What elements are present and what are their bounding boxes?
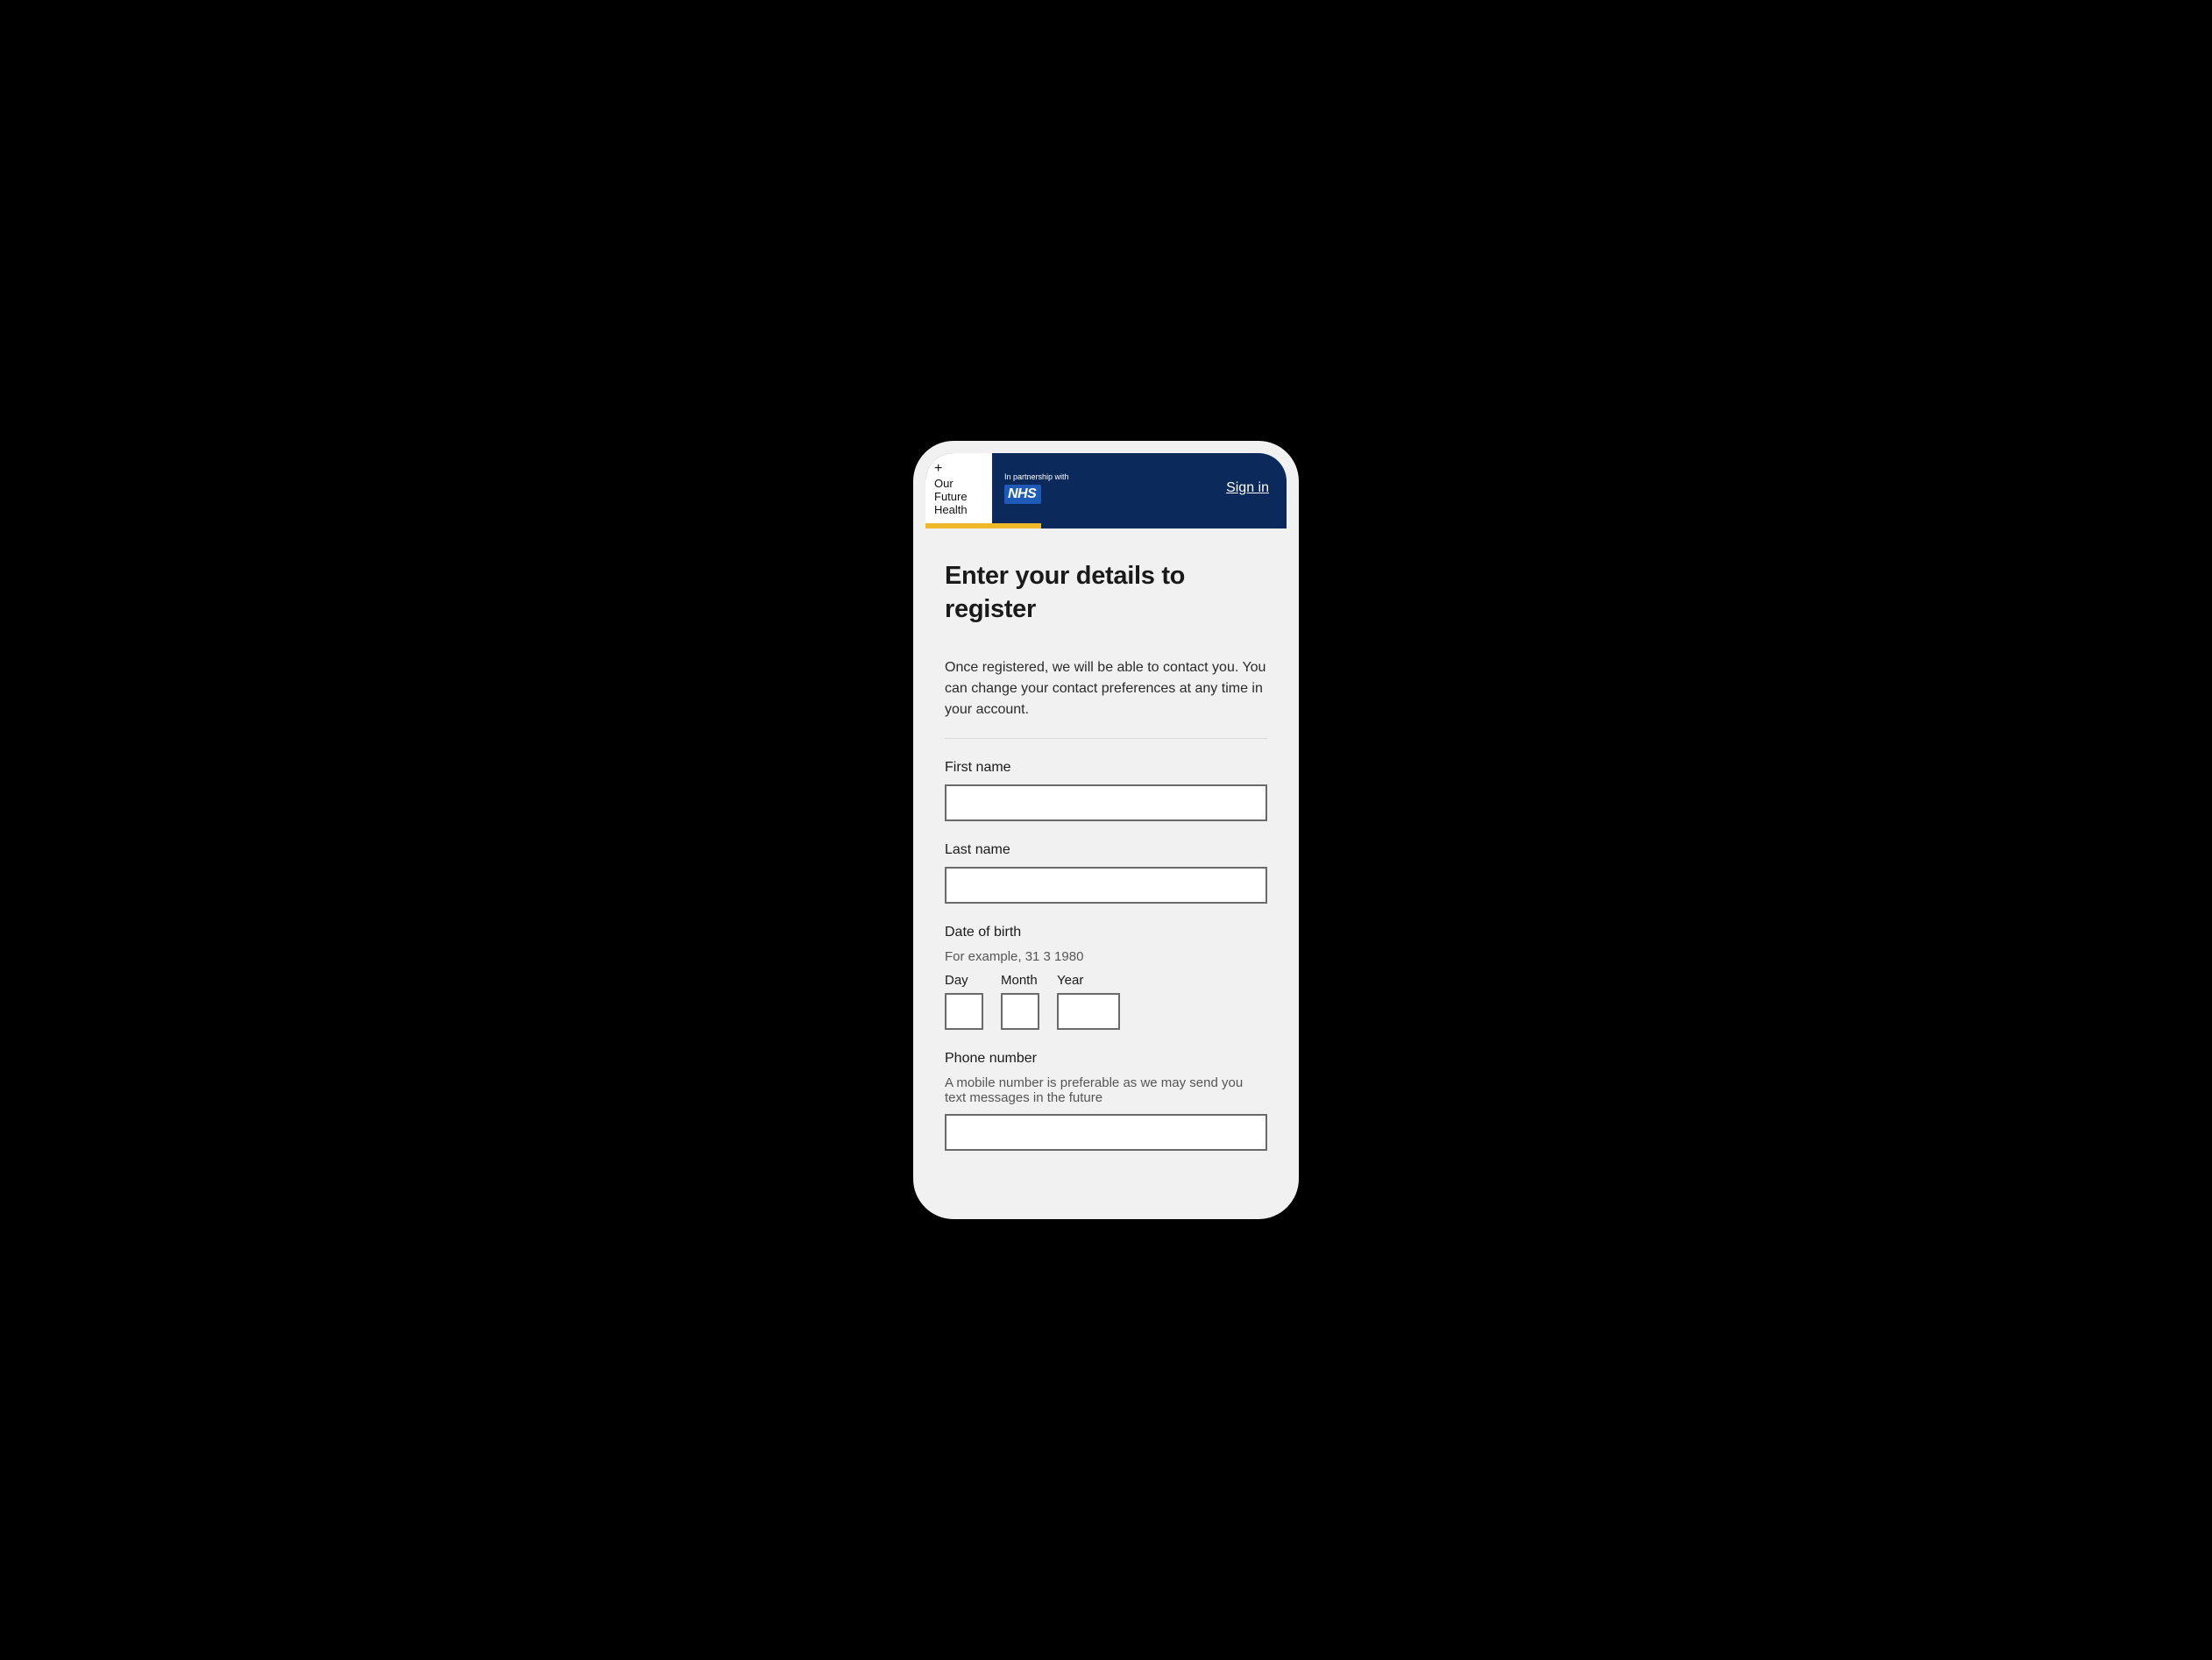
phone-label: Phone number — [945, 1051, 1267, 1067]
dob-legend: Date of birth — [945, 925, 1267, 940]
content: Enter your details to register Once regi… — [925, 529, 1287, 1191]
screen: + Our Future Health In partnership with … — [925, 453, 1287, 1207]
last-name-label: Last name — [945, 842, 1267, 858]
phone-frame: + Our Future Health In partnership with … — [925, 453, 1287, 1207]
last-name-input[interactable] — [945, 867, 1267, 904]
phone-hint: A mobile number is preferable as we may … — [945, 1075, 1267, 1105]
nhs-block: In partnership with NHS — [1004, 472, 1069, 504]
header-right: In partnership with NHS Sign in — [992, 453, 1287, 523]
ofh-logo: + Our Future Health — [925, 453, 992, 523]
logo-text-line: Future — [934, 491, 983, 504]
divider — [945, 738, 1267, 739]
progress-fill — [925, 523, 1041, 529]
dob-day-label: Day — [945, 973, 983, 988]
signin-link[interactable]: Sign in — [1226, 480, 1269, 496]
dob-month-input[interactable] — [1001, 993, 1039, 1030]
first-name-input[interactable] — [945, 784, 1267, 821]
phone-input[interactable] — [945, 1114, 1267, 1151]
last-name-field: Last name — [945, 842, 1267, 904]
header: + Our Future Health In partnership with … — [925, 453, 1287, 523]
dob-fieldset: Date of birth For example, 31 3 1980 Day… — [945, 925, 1267, 1030]
dob-year-label: Year — [1057, 973, 1120, 988]
dob-day-col: Day — [945, 973, 983, 1030]
dob-row: Day Month Year — [945, 973, 1267, 1030]
phone-field: Phone number A mobile number is preferab… — [945, 1051, 1267, 1151]
nhs-logo-icon: NHS — [1004, 485, 1041, 504]
logo-text-line: Health — [934, 504, 983, 517]
dob-month-col: Month — [1001, 973, 1039, 1030]
logo-text-line: Our — [934, 478, 983, 491]
dob-year-col: Year — [1057, 973, 1120, 1030]
progress-bar — [925, 523, 1287, 529]
page-title: Enter your details to register — [945, 560, 1267, 626]
dob-year-input[interactable] — [1057, 993, 1120, 1030]
first-name-label: First name — [945, 760, 1267, 776]
first-name-field: First name — [945, 760, 1267, 821]
partnership-text: In partnership with — [1004, 472, 1069, 481]
dob-hint: For example, 31 3 1980 — [945, 949, 1267, 964]
plus-icon: + — [934, 462, 983, 476]
intro-text: Once registered, we will be able to cont… — [945, 657, 1267, 720]
dob-day-input[interactable] — [945, 993, 983, 1030]
dob-month-label: Month — [1001, 973, 1039, 988]
